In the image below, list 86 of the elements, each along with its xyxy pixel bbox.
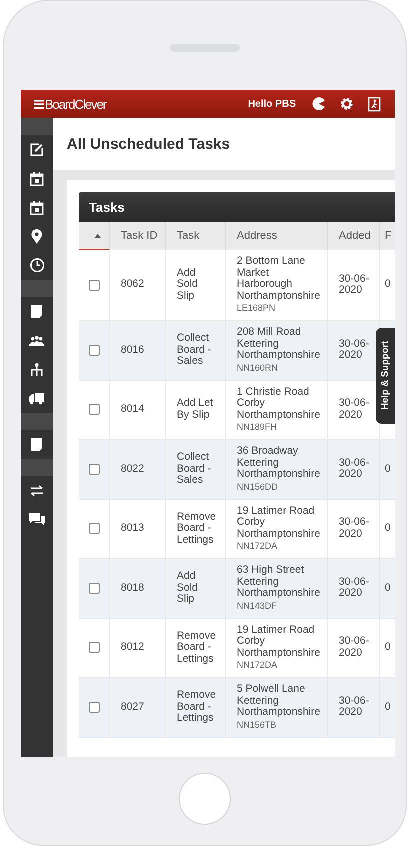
sort-up-icon xyxy=(95,234,101,238)
panel-title: Tasks xyxy=(89,200,125,214)
greeting: Hello PBS xyxy=(248,98,296,110)
postcode-text: NN143DF xyxy=(237,600,278,612)
date-added: 30-06- 2020 xyxy=(339,338,370,362)
task-id: 8016 xyxy=(121,344,144,356)
address-text: 1 Christie Road Corby Northamptonshire xyxy=(237,386,320,421)
postcode-text: NN156DD xyxy=(237,480,278,492)
address-text: 208 Mill Road Kettering Northamptonshire xyxy=(237,327,320,362)
help-support-tab[interactable]: Help & Support xyxy=(376,328,395,424)
address-text: 19 Latimer Road Corby Northamptonshire xyxy=(237,624,320,659)
date-added: 30-06- 2020 xyxy=(339,576,370,600)
task-name: Remove Board - Lettings xyxy=(177,630,216,665)
document-icon[interactable] xyxy=(31,438,43,452)
table-cell: 0 xyxy=(385,582,391,594)
postcode-text: NN189FH xyxy=(237,421,278,433)
task-name: Remove Board - Lettings xyxy=(177,690,216,724)
settings-icon[interactable] xyxy=(340,97,354,111)
address-text: 5 Polwell Lane Kettering Northamptonshire xyxy=(237,684,320,718)
task-id: 8027 xyxy=(121,702,144,713)
task-name: Remove Board - Lettings xyxy=(177,512,216,546)
task-name: Collect Board - Sales xyxy=(177,333,212,368)
menu-icon[interactable] xyxy=(34,100,44,108)
pie-chart-icon[interactable] xyxy=(312,97,326,111)
chat-icon[interactable] xyxy=(28,512,46,526)
date-added: 30-06- 2020 xyxy=(339,636,370,660)
column-header[interactable]: Added xyxy=(328,222,380,250)
column-header[interactable]: Address xyxy=(226,222,328,250)
postcode-text: NN160RN xyxy=(237,362,278,374)
document-icon[interactable] xyxy=(31,304,43,318)
calendar-icon[interactable] xyxy=(30,172,44,186)
task-name: Collect Board - Sales xyxy=(177,452,212,486)
postcode-text: NN156TB xyxy=(237,718,277,730)
address-text: 63 High Street Kettering Northamptonshire xyxy=(237,565,320,600)
date-added: 30-06- 2020 xyxy=(339,398,370,422)
task-id: 8018 xyxy=(121,582,144,594)
table-cell: 0 xyxy=(385,702,391,713)
people-icon[interactable] xyxy=(29,334,45,346)
table-cell: 0 xyxy=(385,523,391,534)
date-added: 30-06- 2020 xyxy=(339,458,370,481)
address-text: 36 Broadway Kettering Northamptonshire xyxy=(237,446,320,480)
postcode-text: NN172DA xyxy=(237,540,278,552)
task-id: 8012 xyxy=(121,642,144,654)
task-name: Add Sold Slip xyxy=(177,571,198,606)
sidebar-section-header xyxy=(21,413,53,430)
task-name: Add Let By Slip xyxy=(177,398,214,422)
address-text: 2 Bottom Lane Market Harborough Northamptonshire xyxy=(237,256,320,302)
checkbox[interactable] xyxy=(89,523,100,534)
address-text: 19 Latimer Road Corby Northamptonshire xyxy=(237,506,320,540)
task-id: 8022 xyxy=(121,464,144,475)
logo[interactable]: BoardClever xyxy=(45,96,106,112)
exit-door-icon[interactable] xyxy=(368,96,381,112)
date-added: 30-06- 2020 xyxy=(339,517,370,540)
checkbox[interactable] xyxy=(89,642,100,654)
column-header[interactable]: Task xyxy=(166,222,226,250)
sort-column-header[interactable] xyxy=(79,222,110,250)
checkbox[interactable] xyxy=(89,344,100,356)
edit-icon[interactable] xyxy=(30,142,44,156)
transfer-icon[interactable] xyxy=(30,484,44,496)
table-cell: 0 xyxy=(385,464,391,475)
date-added: 30-06- 2020 xyxy=(339,274,370,296)
checkbox[interactable] xyxy=(89,464,100,475)
clock-icon[interactable] xyxy=(30,258,44,273)
hierarchy-icon[interactable] xyxy=(30,362,44,376)
checkbox[interactable] xyxy=(89,582,100,594)
sidebar-section-header xyxy=(21,280,53,297)
checkbox[interactable] xyxy=(89,702,100,713)
page-title: All Unscheduled Tasks xyxy=(67,136,230,152)
table-cell: 0 xyxy=(385,279,391,291)
task-id: 8013 xyxy=(121,523,144,534)
table-cell: 0 xyxy=(385,642,391,654)
sidebar-section-header xyxy=(21,459,53,476)
task-id: 8062 xyxy=(121,279,144,291)
sidebar-section-header xyxy=(21,118,53,135)
postcode-text: LE168PN xyxy=(237,302,276,314)
calendar-icon[interactable] xyxy=(30,200,44,214)
checkbox[interactable] xyxy=(89,280,100,290)
truck-icon[interactable] xyxy=(29,392,45,404)
task-id: 8014 xyxy=(121,404,144,416)
column-header[interactable]: Task ID xyxy=(110,222,166,250)
map-pin-icon[interactable] xyxy=(31,229,43,244)
postcode-text: NN172DA xyxy=(237,659,278,671)
task-name: Add Sold Slip xyxy=(177,268,198,302)
column-header[interactable]: F xyxy=(380,222,395,250)
checkbox[interactable] xyxy=(89,404,100,416)
date-added: 30-06- 2020 xyxy=(339,696,370,719)
